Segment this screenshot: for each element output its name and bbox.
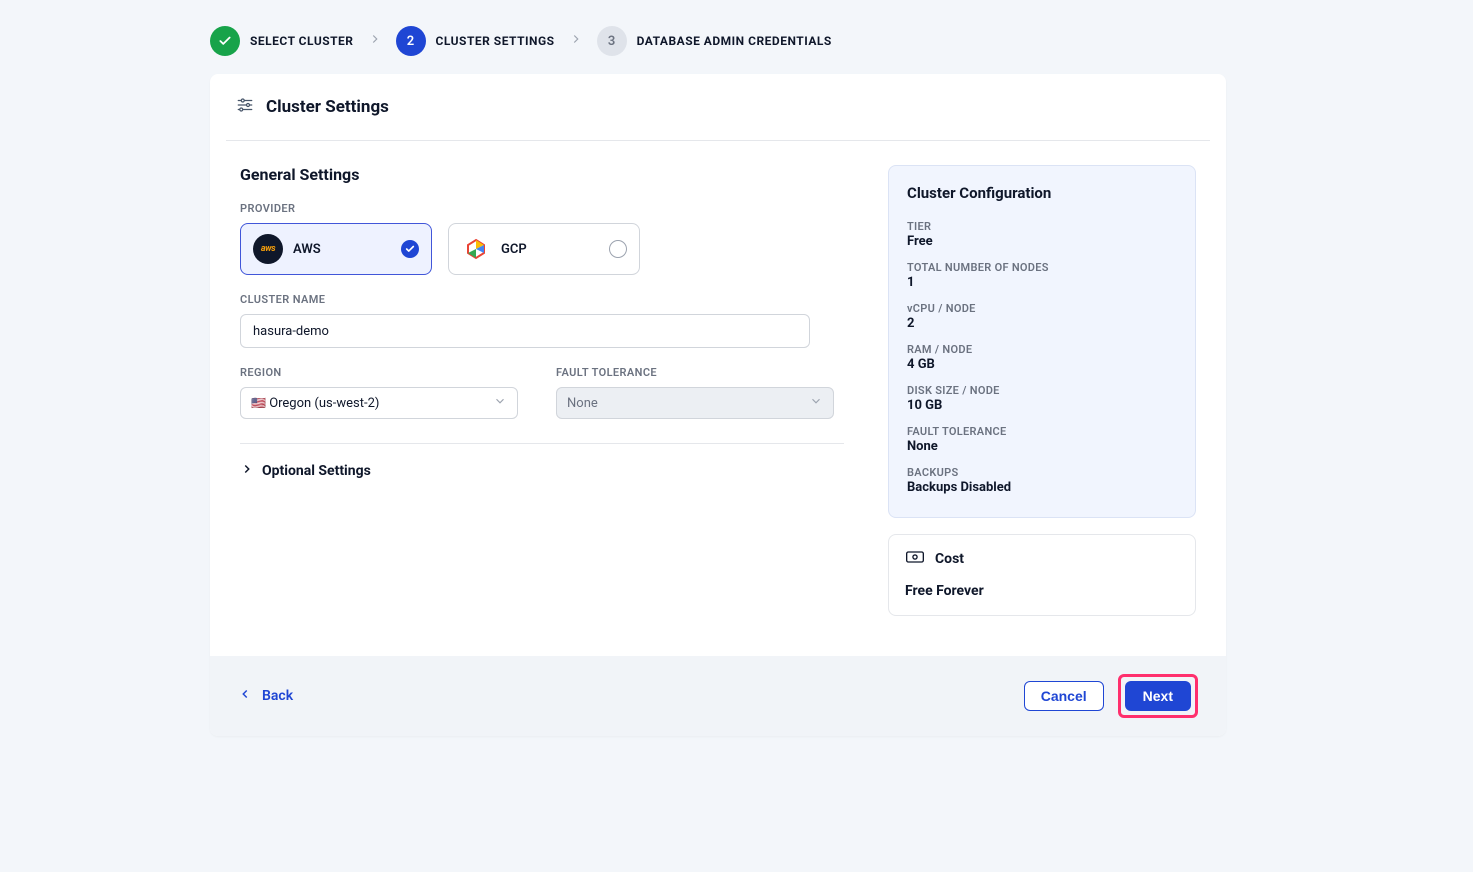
radio-unchecked-icon xyxy=(609,240,627,258)
panel-header: Cluster Settings xyxy=(210,74,1226,140)
step-label: SELECT CLUSTER xyxy=(250,34,354,48)
config-value: 10 GB xyxy=(907,398,1177,413)
config-value: 4 GB xyxy=(907,357,1177,372)
cost-card: Cost Free Forever xyxy=(888,534,1196,616)
cluster-name-label: CLUSTER NAME xyxy=(240,293,848,306)
chevron-down-icon xyxy=(809,394,823,412)
check-icon xyxy=(210,26,240,56)
config-key: RAM / NODE xyxy=(907,343,1177,356)
us-flag-icon: 🇺🇸 xyxy=(251,396,266,410)
provider-aws-label: AWS xyxy=(293,242,321,257)
step-number: 3 xyxy=(597,26,627,56)
chevron-right-icon xyxy=(569,32,583,50)
cluster-configuration-card: Cluster Configuration TIERFree TOTAL NUM… xyxy=(888,165,1196,518)
config-key: TOTAL NUMBER OF NODES xyxy=(907,261,1177,274)
cluster-name-value: hasura-demo xyxy=(253,324,329,339)
next-button[interactable]: Next xyxy=(1125,681,1191,711)
provider-aws[interactable]: aws AWS xyxy=(240,223,432,275)
cluster-name-input[interactable]: hasura-demo xyxy=(240,314,810,348)
provider-gcp-label: GCP xyxy=(501,242,527,257)
step-label: DATABASE ADMIN CREDENTIALS xyxy=(637,34,832,48)
config-row: RAM / NODE4 GB xyxy=(907,343,1177,372)
config-row: BACKUPSBackups Disabled xyxy=(907,466,1177,495)
config-row: FAULT TOLERANCENone xyxy=(907,425,1177,454)
step-cluster-settings[interactable]: 2 CLUSTER SETTINGS xyxy=(396,26,555,56)
sliders-icon xyxy=(236,96,254,118)
region-value: Oregon (us-west-2) xyxy=(269,396,379,411)
cost-value: Free Forever xyxy=(905,583,1179,599)
config-value: 1 xyxy=(907,275,1177,290)
config-key: TIER xyxy=(907,220,1177,233)
config-key: vCPU / NODE xyxy=(907,302,1177,315)
config-row: TIERFree xyxy=(907,220,1177,249)
wizard-stepper: SELECT CLUSTER 2 CLUSTER SETTINGS 3 DATA… xyxy=(0,0,1473,74)
provider-label: PROVIDER xyxy=(240,202,848,215)
config-value: Free xyxy=(907,234,1177,249)
back-label: Back xyxy=(262,688,293,704)
cluster-configuration-title: Cluster Configuration xyxy=(907,184,1177,202)
fault-tolerance-value: None xyxy=(567,396,598,411)
settings-panel: Cluster Settings General Settings PROVID… xyxy=(210,74,1226,736)
cost-label: Cost xyxy=(935,551,964,567)
cancel-label: Cancel xyxy=(1041,688,1087,704)
config-row: DISK SIZE / NODE10 GB xyxy=(907,384,1177,413)
chevron-down-icon xyxy=(493,394,507,412)
next-label: Next xyxy=(1143,688,1173,704)
config-key: FAULT TOLERANCE xyxy=(907,425,1177,438)
cancel-button[interactable]: Cancel xyxy=(1024,681,1104,711)
region-label: REGION xyxy=(240,366,532,379)
radio-checked-icon xyxy=(401,240,419,258)
step-admin-credentials[interactable]: 3 DATABASE ADMIN CREDENTIALS xyxy=(597,26,832,56)
aws-icon: aws xyxy=(253,234,283,264)
provider-gcp[interactable]: GCP xyxy=(448,223,640,275)
next-button-highlight: Next xyxy=(1118,674,1198,718)
divider xyxy=(240,443,844,444)
config-key: DISK SIZE / NODE xyxy=(907,384,1177,397)
gcp-icon xyxy=(461,234,491,264)
config-value: 2 xyxy=(907,316,1177,331)
config-value: Backups Disabled xyxy=(907,480,1177,495)
back-button[interactable]: Back xyxy=(238,687,293,705)
fault-tolerance-label: FAULT TOLERANCE xyxy=(556,366,848,379)
config-value: None xyxy=(907,439,1177,454)
optional-settings-toggle[interactable]: Optional Settings xyxy=(240,462,848,480)
general-settings-heading: General Settings xyxy=(240,165,848,184)
step-select-cluster[interactable]: SELECT CLUSTER xyxy=(210,26,354,56)
panel-footer: Back Cancel Next xyxy=(210,656,1226,736)
step-number: 2 xyxy=(396,26,426,56)
config-row: TOTAL NUMBER OF NODES1 xyxy=(907,261,1177,290)
config-row: vCPU / NODE2 xyxy=(907,302,1177,331)
fault-tolerance-select: None xyxy=(556,387,834,419)
step-label: CLUSTER SETTINGS xyxy=(436,34,555,48)
chevron-right-icon xyxy=(368,32,382,50)
panel-title: Cluster Settings xyxy=(266,97,389,117)
optional-settings-label: Optional Settings xyxy=(262,463,371,479)
config-key: BACKUPS xyxy=(907,466,1177,479)
chevron-left-icon xyxy=(238,687,252,705)
region-select[interactable]: 🇺🇸 Oregon (us-west-2) xyxy=(240,387,518,419)
chevron-right-icon xyxy=(240,462,254,480)
cash-icon xyxy=(905,549,925,569)
